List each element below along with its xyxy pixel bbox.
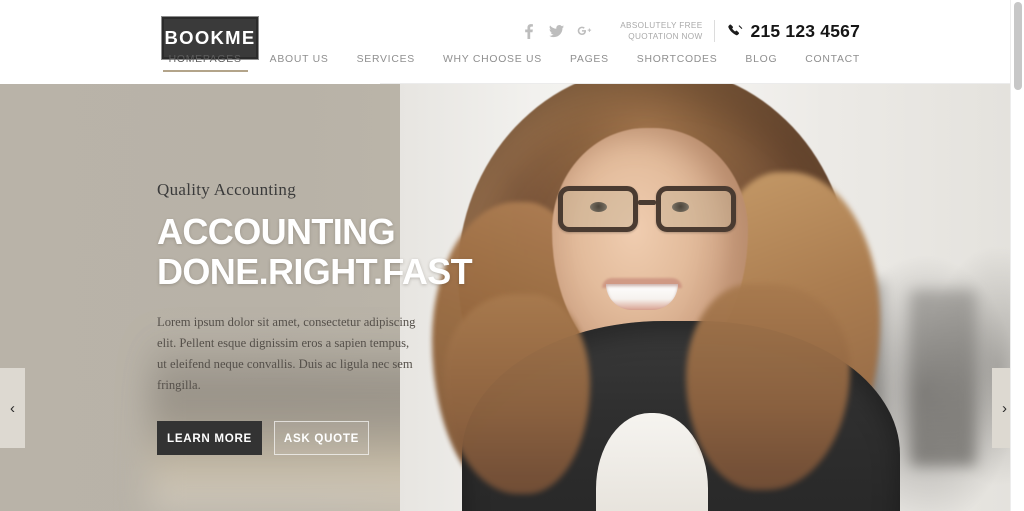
phone-block[interactable]: 215 123 4567: [715, 21, 860, 42]
eyeglasses: [554, 184, 748, 238]
google-plus-icon[interactable]: [577, 23, 592, 40]
nav-item-services[interactable]: SERVICES: [343, 54, 429, 79]
header-utility-row: ABSOLUTELY FREE QUOTATION NOW 215 123 45…: [521, 18, 860, 44]
hero-eyebrow: Quality Accounting: [157, 180, 297, 199]
hero-paragraph: Lorem ipsum dolor sit amet, consectetur …: [157, 315, 416, 392]
facebook-icon[interactable]: [521, 23, 536, 40]
nav-item-blog[interactable]: BLOG: [731, 54, 791, 79]
phone-icon: [727, 23, 744, 40]
nav-item-homepages[interactable]: HOMEPAGES: [155, 54, 256, 79]
site-header: BOOKME ABSOLUTELY FREE QUOTATION NOW 215…: [0, 0, 1010, 84]
hero-slider: Quality Accounting ACCOUNTING DONE.RIGHT…: [0, 84, 1010, 511]
nav-item-why-choose-us[interactable]: WHY CHOOSE US: [429, 54, 556, 79]
slider-next-arrow-icon[interactable]: ›: [992, 368, 1010, 448]
nav-item-about-us[interactable]: ABOUT US: [256, 54, 343, 79]
page-root: BOOKME ABSOLUTELY FREE QUOTATION NOW 215…: [0, 0, 1024, 511]
nav-item-shortcodes[interactable]: SHORTCODES: [623, 54, 732, 79]
hero-content: Quality Accounting ACCOUNTING DONE.RIGHT…: [157, 180, 473, 455]
logo-text: BOOKME: [164, 27, 256, 48]
phone-number: 215 123 4567: [750, 20, 860, 41]
hero-headline: ACCOUNTING DONE.RIGHT.FAST: [157, 211, 473, 292]
hero-photo-businesswoman: [400, 84, 1010, 511]
hero-cta-row: LEARN MORE ASK QUOTE: [157, 421, 457, 455]
social-links: [521, 23, 592, 40]
slider-prev-arrow-icon[interactable]: ‹: [0, 368, 25, 448]
nav-item-pages[interactable]: PAGES: [556, 54, 623, 79]
page-scrollbar[interactable]: [1010, 0, 1024, 511]
ask-quote-button[interactable]: ASK QUOTE: [274, 421, 369, 455]
free-quotation-label: ABSOLUTELY FREE QUOTATION NOW: [620, 20, 715, 42]
learn-more-button[interactable]: LEARN MORE: [157, 421, 262, 455]
main-navigation: HOMEPAGES ABOUT US SERVICES WHY CHOOSE U…: [155, 54, 860, 79]
bookme-logo[interactable]: BOOKME: [161, 16, 259, 60]
scrollbar-thumb[interactable]: [1014, 2, 1022, 90]
twitter-icon[interactable]: [549, 23, 565, 40]
nav-item-contact[interactable]: CONTACT: [791, 54, 860, 79]
header-divider: [380, 83, 1010, 84]
